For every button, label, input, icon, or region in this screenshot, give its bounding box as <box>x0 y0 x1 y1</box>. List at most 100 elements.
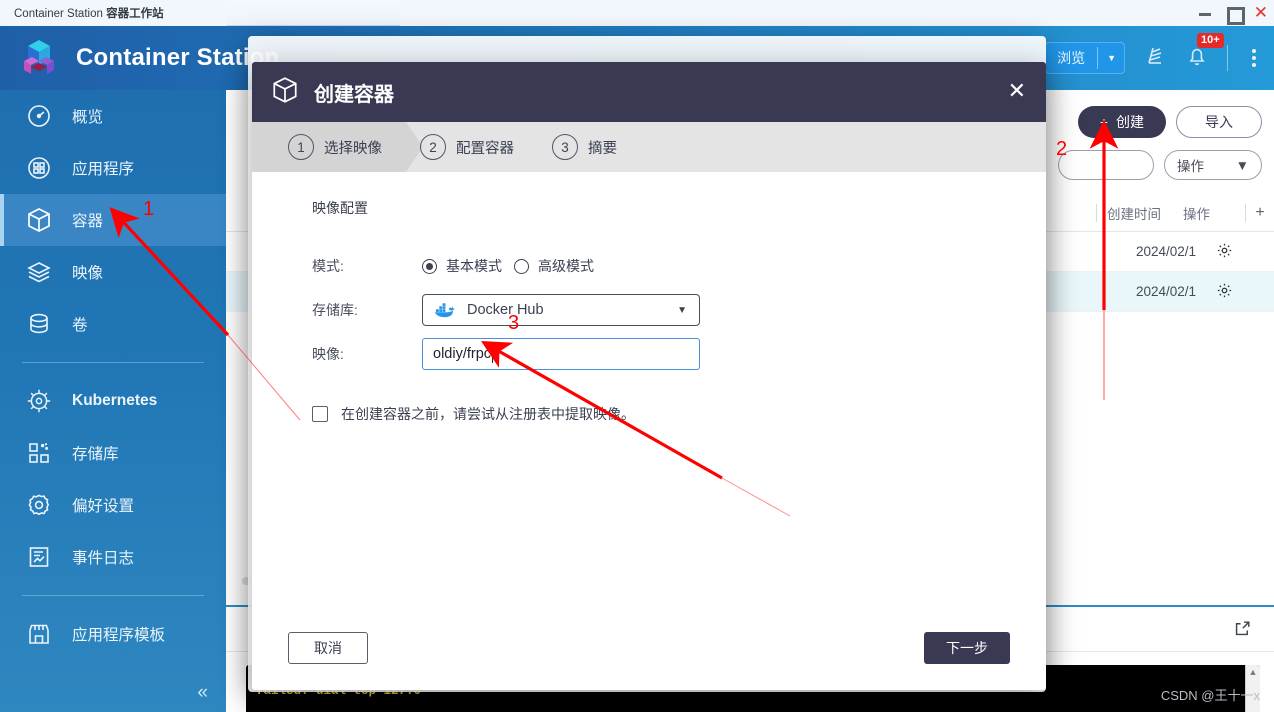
notifications-icon[interactable]: 10+ <box>1185 32 1224 73</box>
sidebar-item-app-templates[interactable]: 应用程序模板 <box>0 608 226 660</box>
gear-flower-icon <box>22 492 56 518</box>
sidebar-divider-1 <box>22 362 204 363</box>
step-number: 1 <box>288 134 314 160</box>
browse-button[interactable]: 浏览 ▼ <box>1045 42 1125 74</box>
row-settings-icon[interactable] <box>1212 242 1274 262</box>
next-button[interactable]: 下一步 <box>924 632 1010 664</box>
helpdesk-icon[interactable] <box>1143 44 1167 73</box>
column-actions: 操作 <box>1183 206 1210 222</box>
action-select-label: 操作 <box>1177 159 1204 174</box>
watermark: CSDN @王十一x <box>1160 688 1260 703</box>
sidebar: 概览 应用程序 容器 映像 卷 Kubernetes 存储库 偏好设置 事件日志… <box>0 90 226 712</box>
column-created-time: 创建时间 <box>1107 206 1161 222</box>
dashboard-icon <box>22 103 56 129</box>
radio-basic-mode[interactable]: 基本模式 <box>422 256 502 276</box>
sidebar-item-label: 映像 <box>72 265 104 282</box>
radio-advanced-mode[interactable]: 高级模式 <box>514 256 594 276</box>
row-created-time: 2024/02/1 <box>1136 284 1197 299</box>
dialog-title: 创建容器 <box>314 83 394 106</box>
pull-image-checkbox[interactable] <box>312 406 328 422</box>
sidebar-item-label: Kubernetes <box>72 392 158 409</box>
image-input[interactable]: oldiy/frpc <box>422 338 700 370</box>
search-input[interactable] <box>1058 150 1154 180</box>
step-number: 2 <box>420 134 446 160</box>
sidebar-item-event-log[interactable]: 事件日志 <box>0 531 226 583</box>
sidebar-item-kubernetes[interactable]: Kubernetes <box>0 375 226 427</box>
sidebar-item-repository[interactable]: 存储库 <box>0 427 226 479</box>
sidebar-item-label: 概览 <box>72 109 104 126</box>
screen-root: Container Station 容器工作站 ✕ Container Stat… <box>0 0 1274 712</box>
sidebar-item-label: 偏好设置 <box>72 498 135 515</box>
create-button[interactable]: + 创建 <box>1077 106 1166 138</box>
chevron-down-icon[interactable]: ▼ <box>677 305 687 316</box>
chevron-down-icon: ▼ <box>1235 157 1249 173</box>
sidebar-item-label: 事件日志 <box>72 550 135 567</box>
docker-icon <box>433 302 455 319</box>
row-created-time: 2024/02/1 <box>1136 244 1197 259</box>
create-container-dialog: 创建容器 ✕ 1 选择映像 2 配置容器 3 摘要 映像配置 模式: 基本模式 … <box>252 62 1046 690</box>
create-button-label: 创建 <box>1116 114 1144 130</box>
close-icon[interactable]: ✕ <box>1254 4 1268 21</box>
window-controls: ✕ <box>1198 0 1268 26</box>
step-label: 摘要 <box>588 140 617 157</box>
radio-advanced-indicator[interactable] <box>514 258 529 274</box>
sidebar-item-volumes[interactable]: 卷 <box>0 298 226 350</box>
layers-icon <box>22 259 56 285</box>
dialog-body: 映像配置 模式: 基本模式 高级模式 存储库: Docker Hub ▼ 映像:… <box>252 172 1046 642</box>
sidebar-divider-2 <box>22 595 204 596</box>
window-title-cn: 容器工作站 <box>106 7 164 20</box>
dialog-header: 创建容器 ✕ <box>252 62 1046 122</box>
close-icon[interactable]: ✕ <box>1008 80 1026 102</box>
import-button[interactable]: 导入 <box>1176 106 1262 138</box>
scroll-up-icon[interactable]: ▲ <box>1246 665 1260 679</box>
field-row-image: 映像: oldiy/frpc <box>312 332 1046 376</box>
sidebar-item-images[interactable]: 映像 <box>0 246 226 298</box>
more-options-icon[interactable] <box>1246 47 1262 69</box>
sidebar-item-applications[interactable]: 应用程序 <box>0 142 226 194</box>
sidebar-item-label: 卷 <box>72 317 88 334</box>
browse-button-label: 浏览 <box>1057 50 1086 66</box>
add-column-icon[interactable]: + <box>1246 204 1274 222</box>
mode-label: 模式: <box>312 258 344 274</box>
import-button-label: 导入 <box>1205 114 1233 130</box>
window-title-en: Container Station <box>14 7 103 20</box>
window-title: Container Station 容器工作站 <box>14 5 164 21</box>
helm-wheel-icon <box>22 388 56 414</box>
step-label: 选择映像 <box>324 140 382 157</box>
external-link-icon[interactable] <box>1233 619 1252 643</box>
chevron-down-icon[interactable]: ▼ <box>1098 42 1125 74</box>
action-select[interactable]: 操作 ▼ <box>1164 150 1262 180</box>
field-row-mode: 模式: 基本模式 高级模式 <box>312 244 1046 288</box>
step-select-image[interactable]: 1 选择映像 <box>288 134 382 160</box>
step-label: 配置容器 <box>456 140 514 157</box>
sidebar-item-overview[interactable]: 概览 <box>0 90 226 142</box>
image-input-value: oldiy/frpc <box>433 346 492 362</box>
content-filters: 操作 ▼ <box>1058 150 1262 180</box>
pull-image-checkbox-row[interactable]: 在创建容器之前，请尝试从注册表中提取映像。 <box>312 404 1046 424</box>
sidebar-item-label: 应用程序模板 <box>72 627 166 644</box>
section-title: 映像配置 <box>312 200 368 216</box>
field-row-registry: 存储库: Docker Hub ▼ <box>312 288 1046 332</box>
sidebar-item-label: 容器 <box>72 213 104 230</box>
step-configure-container[interactable]: 2 配置容器 <box>420 134 514 160</box>
pull-image-label: 在创建容器之前，请尝试从注册表中提取映像。 <box>341 406 635 422</box>
minimize-icon[interactable] <box>1198 6 1212 20</box>
cancel-button[interactable]: 取消 <box>288 632 368 664</box>
row-settings-icon[interactable] <box>1212 282 1274 302</box>
registry-select[interactable]: Docker Hub ▼ <box>422 294 700 326</box>
container-cube-icon <box>22 206 56 234</box>
event-log-icon <box>22 544 56 570</box>
header-divider <box>1227 45 1228 71</box>
sidebar-collapse-icon[interactable]: « <box>197 682 208 704</box>
database-icon <box>22 311 56 337</box>
sidebar-item-label: 应用程序 <box>72 161 135 178</box>
storefront-icon <box>22 621 56 647</box>
radio-basic-indicator[interactable] <box>422 258 437 274</box>
step-number: 3 <box>552 134 578 160</box>
app-logo-icon <box>18 37 60 79</box>
dialog-footer: 取消 下一步 <box>252 606 1046 690</box>
sidebar-item-containers[interactable]: 容器 <box>0 194 226 246</box>
maximize-icon[interactable] <box>1226 6 1245 25</box>
sidebar-item-preferences[interactable]: 偏好设置 <box>0 479 226 531</box>
step-summary[interactable]: 3 摘要 <box>552 134 617 160</box>
